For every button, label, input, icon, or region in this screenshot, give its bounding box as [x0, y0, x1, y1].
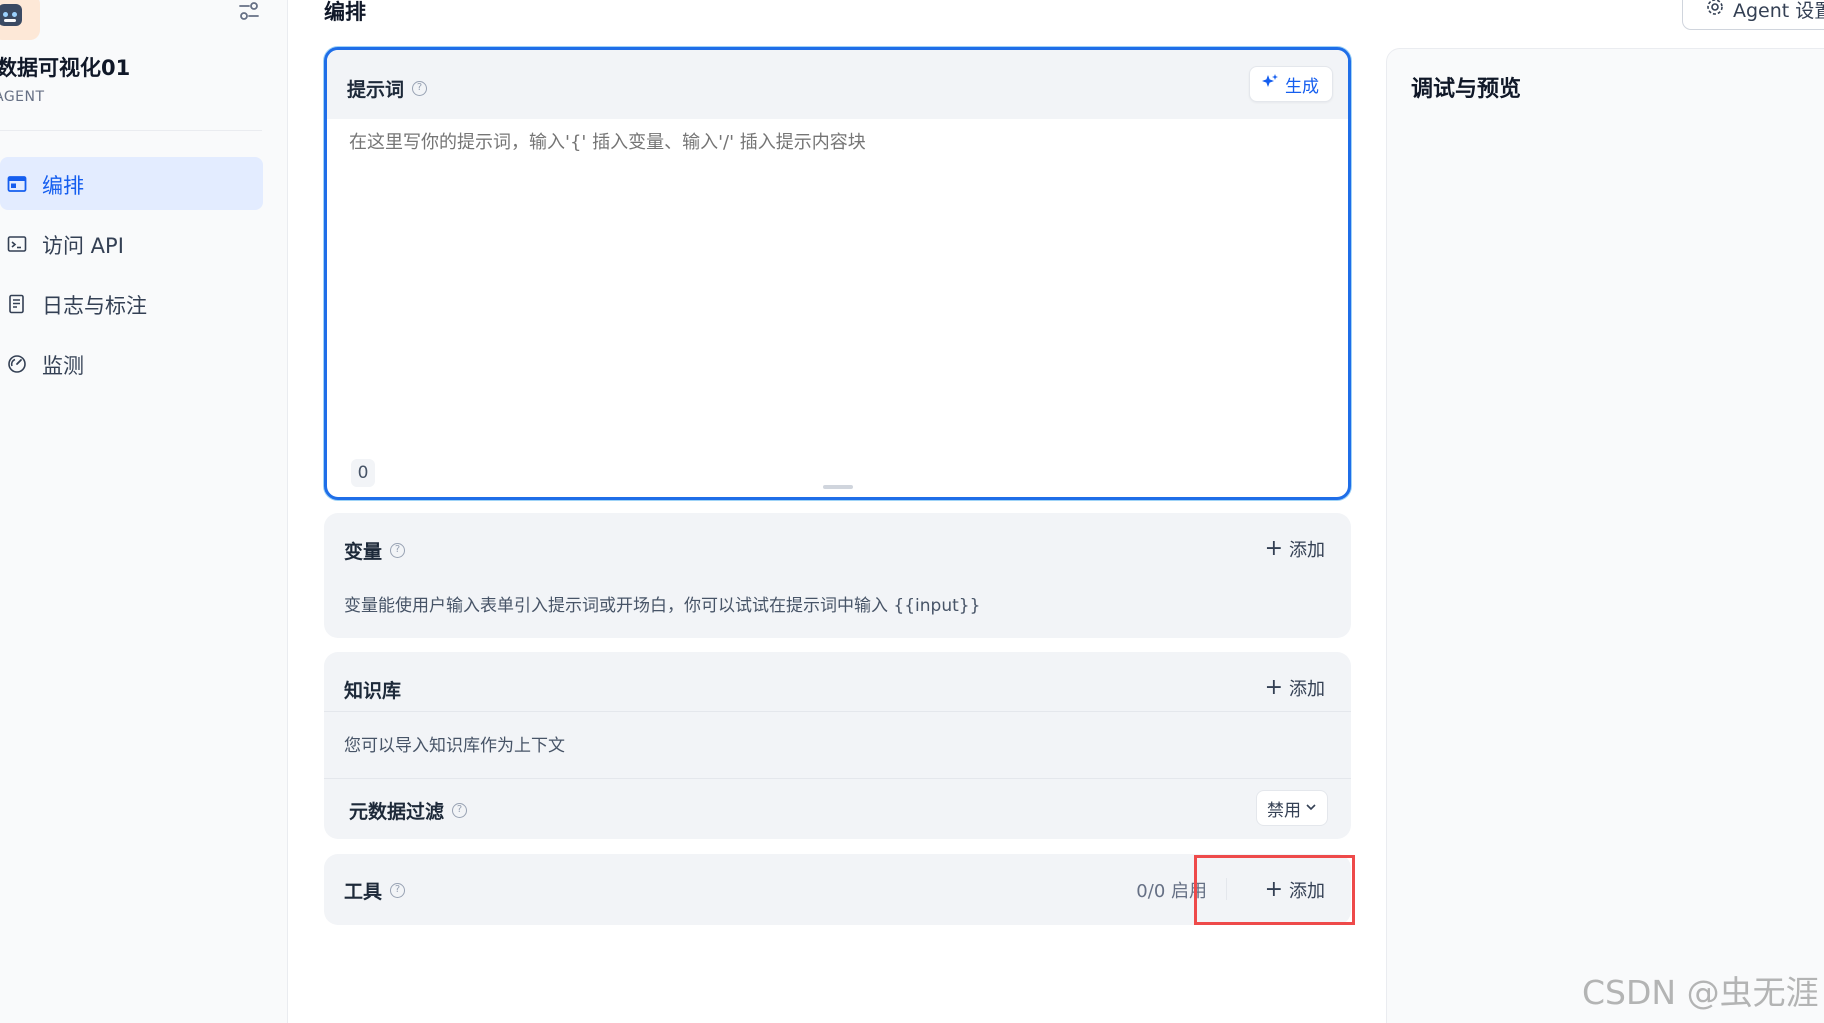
- variables-panel: 变量? + 添加 变量能使用户输入表单引入提示词或开场白，你可以试试在提示词中输…: [324, 513, 1351, 638]
- add-variable-button[interactable]: + 添加: [1265, 536, 1325, 562]
- metadata-filter-value: 禁用: [1267, 800, 1301, 821]
- prompt-header: 提示词? 生成: [327, 50, 1348, 119]
- sidebar-item-api[interactable]: 访问 API: [0, 217, 263, 270]
- divider: [1226, 878, 1227, 900]
- prompt-editor: 提示词? 生成 0: [324, 47, 1351, 500]
- agent-settings-button[interactable]: Agent 设置: [1682, 0, 1824, 30]
- chevron-down-icon: [1305, 798, 1317, 818]
- help-icon[interactable]: ?: [412, 81, 428, 96]
- knowledge-description: 您可以导入知识库作为上下文: [344, 736, 565, 756]
- prompt-title-text: 提示词: [347, 79, 405, 101]
- sidebar: 数据可视化01 AGENT 编排 访问 API: [0, 0, 288, 1023]
- preview-panel: 调试与预览: [1386, 48, 1824, 1023]
- plus-icon: +: [1264, 536, 1283, 561]
- sidebar-item-logs[interactable]: 日志与标注: [0, 277, 263, 330]
- knowledge-title: 知识库: [344, 680, 402, 702]
- tools-title-text: 工具: [344, 881, 383, 903]
- generate-button[interactable]: 生成: [1249, 66, 1333, 102]
- sidebar-item-label: 编排: [42, 174, 84, 198]
- watermark: CSDN @虫无涯: [1582, 973, 1819, 1012]
- add-variable-label: 添加: [1289, 540, 1325, 561]
- add-knowledge-label: 添加: [1289, 679, 1325, 700]
- app-type: AGENT: [0, 89, 45, 105]
- tools-title: 工具?: [344, 877, 406, 904]
- add-tool-label: 添加: [1289, 881, 1325, 902]
- help-icon[interactable]: ?: [390, 543, 406, 558]
- sparkle-icon: [1261, 73, 1279, 96]
- sidebar-divider: [0, 130, 262, 131]
- metadata-filter-select[interactable]: 禁用: [1256, 790, 1328, 826]
- resize-handle[interactable]: [823, 485, 853, 489]
- sidebar-item-orchestrate[interactable]: 编排: [0, 157, 263, 210]
- char-count: 0: [351, 459, 375, 487]
- sidebar-item-label: 监测: [42, 354, 84, 378]
- section-title: 编排: [324, 0, 366, 24]
- app-name: 数据可视化01: [0, 56, 131, 80]
- plus-icon: +: [1264, 877, 1283, 902]
- metadata-filter-label: 元数据过滤: [349, 801, 445, 823]
- app-avatar: [0, 0, 40, 40]
- generate-button-label: 生成: [1285, 76, 1319, 97]
- tools-panel: 工具? 0/0 启用 + 添加: [324, 854, 1351, 925]
- sidebar-item-monitor[interactable]: 监测: [0, 337, 263, 390]
- agent-settings-label: Agent 设置: [1733, 0, 1824, 22]
- sidebar-item-label: 日志与标注: [42, 294, 147, 318]
- plus-icon: +: [1264, 675, 1283, 700]
- robot-mouth: [4, 19, 16, 22]
- robot-icon: [0, 4, 22, 26]
- sliders-icon[interactable]: [238, 0, 264, 24]
- variables-title-text: 变量: [344, 541, 383, 563]
- sidebar-nav: 编排 访问 API 日志与标注 监测: [0, 157, 263, 397]
- sidebar-item-label: 访问 API: [42, 234, 124, 258]
- add-knowledge-button[interactable]: + 添加: [1265, 675, 1325, 701]
- gauge-icon: [7, 354, 27, 374]
- add-tool-button[interactable]: + 添加: [1265, 877, 1325, 903]
- prompt-title: 提示词?: [347, 75, 428, 102]
- robot-eye-right: [12, 12, 17, 17]
- variables-description: 变量能使用户输入表单引入提示词或开场白，你可以试试在提示词中输入 {{input…: [344, 596, 981, 616]
- metadata-filter-title: 元数据过滤?: [349, 797, 468, 824]
- knowledge-panel: 知识库 + 添加 您可以导入知识库作为上下文 元数据过滤? 禁用: [324, 652, 1351, 839]
- gear-icon: [1705, 0, 1725, 22]
- help-icon[interactable]: ?: [452, 803, 468, 818]
- prompt-input[interactable]: [349, 132, 1309, 153]
- help-icon[interactable]: ?: [390, 883, 406, 898]
- divider: [324, 778, 1351, 779]
- robot-eye-left: [3, 12, 8, 17]
- document-icon: [7, 294, 27, 314]
- layout-icon: [7, 174, 27, 194]
- preview-title: 调试与预览: [1411, 77, 1522, 102]
- variables-title: 变量?: [344, 537, 406, 564]
- terminal-icon: [7, 234, 27, 254]
- divider: [324, 711, 1351, 712]
- tools-enabled-count: 0/0 启用: [1136, 881, 1207, 902]
